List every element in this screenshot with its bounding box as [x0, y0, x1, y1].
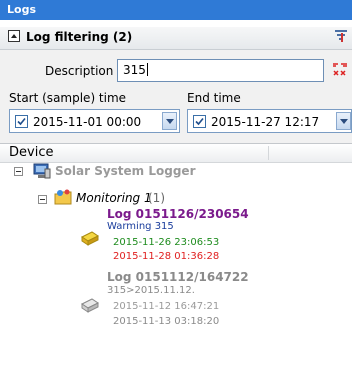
start-time-value: 2015-11-01 00:00 — [33, 115, 142, 129]
log-1-title[interactable]: Log 0151126/230654 — [107, 207, 249, 221]
log-active-icon — [80, 227, 100, 252]
log-2-title[interactable]: Log 0151112/164722 — [107, 270, 249, 284]
computer-icon — [33, 163, 51, 182]
monitoring-folder-icon — [54, 189, 74, 209]
description-input[interactable]: 315 — [117, 59, 324, 82]
monitoring-count: (1) — [148, 191, 165, 205]
device-column-label: Device — [9, 145, 54, 160]
end-time-label: End time — [187, 91, 241, 105]
monitoring-collapse-icon[interactable] — [38, 195, 47, 204]
log-inactive-icon — [80, 294, 100, 319]
log-1-start: 2015-11-26 23:06:53 — [113, 237, 220, 248]
window-title: Logs — [7, 3, 36, 16]
column-divider — [268, 146, 269, 160]
start-time-dropdown-icon[interactable] — [162, 112, 177, 130]
root-collapse-icon[interactable] — [14, 167, 23, 176]
end-time-dropdown-icon[interactable] — [336, 112, 351, 130]
collapse-icon[interactable] — [8, 30, 20, 42]
tree-root-label[interactable]: Solar System Logger — [55, 164, 195, 178]
log-2-start: 2015-11-12 16:47:21 — [113, 301, 220, 312]
end-time-picker[interactable]: 2015-11-27 12:17 — [187, 109, 352, 133]
log-1-description: Warming 315 — [107, 221, 174, 232]
log-2-end: 2015-11-13 03:18:20 — [113, 316, 220, 327]
clear-filter-icon[interactable] — [331, 60, 349, 81]
filter-options-icon[interactable] — [334, 29, 348, 46]
log-2-description: 315>2015.11.12. — [107, 285, 195, 296]
start-time-label: Start (sample) time — [9, 91, 127, 105]
filter-header-title: Log filtering (2) — [26, 30, 133, 44]
start-time-picker[interactable]: 2015-11-01 00:00 — [9, 109, 180, 133]
end-time-checkbox[interactable] — [193, 115, 206, 128]
description-label: Description — [45, 64, 114, 78]
log-1-end: 2015-11-28 01:36:28 — [113, 251, 220, 262]
window-title-bar: Logs — [0, 0, 352, 20]
filter-header[interactable]: Log filtering (2) — [0, 27, 352, 50]
monitoring-label[interactable]: Monitoring 1 — [76, 191, 152, 205]
end-time-value: 2015-11-27 12:17 — [211, 115, 320, 129]
device-column-header[interactable]: Device — [0, 144, 352, 163]
start-time-checkbox[interactable] — [15, 115, 28, 128]
description-value: 315 — [123, 63, 146, 77]
